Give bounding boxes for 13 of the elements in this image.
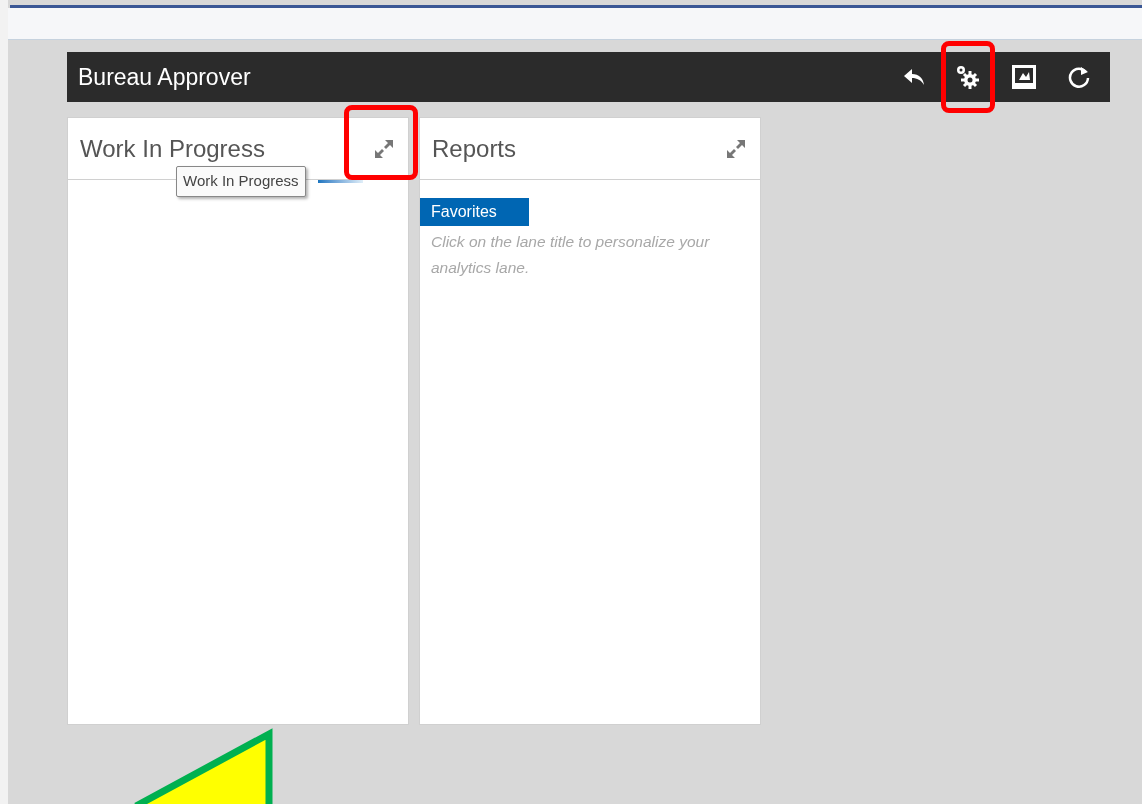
- hint-text: Click on the lane title to personalize your analytics lane.: [430, 232, 711, 278]
- lane-title[interactable]: Reports: [432, 130, 517, 167]
- highlight-frame: [941, 41, 995, 113]
- page-title: Bureau Approver: [78, 62, 251, 92]
- refresh-icon[interactable]: [1067, 65, 1091, 89]
- expand-icon[interactable]: [726, 138, 746, 159]
- expand-icon[interactable]: [374, 138, 394, 159]
- reply-arrow-icon[interactable]: [903, 68, 925, 86]
- favorites-tab[interactable]: Favorites: [420, 198, 529, 226]
- settings-icon[interactable]: [955, 64, 981, 90]
- picture-frame-icon[interactable]: [1011, 64, 1037, 90]
- lane-title[interactable]: Work In Progress: [80, 130, 265, 167]
- tooltip: Work In Progress: [176, 166, 306, 197]
